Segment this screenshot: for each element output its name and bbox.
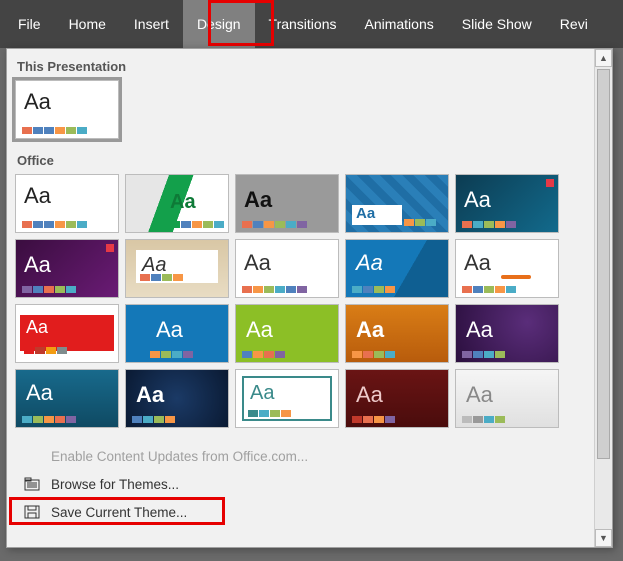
dropdown-footer: Enable Content Updates from Office.com..… bbox=[15, 442, 590, 526]
theme-integral[interactable]: Aa bbox=[345, 174, 449, 233]
theme-aa: Aa bbox=[466, 317, 493, 343]
theme-berlin[interactable]: Aa bbox=[345, 304, 449, 363]
this-presentation-row: Aa bbox=[15, 80, 590, 149]
theme-gray[interactable]: Aa bbox=[235, 174, 339, 233]
theme-swatches bbox=[22, 127, 87, 134]
theme-swatches bbox=[352, 286, 395, 293]
theme-droplet[interactable]: Aa bbox=[345, 369, 449, 428]
theme-aa: Aa bbox=[246, 317, 273, 343]
theme-aa: Aa bbox=[24, 89, 51, 115]
theme-organic[interactable]: Aa bbox=[125, 239, 229, 298]
office-row: Aa Aa Aa Aa Aa bbox=[15, 174, 590, 438]
theme-swatches bbox=[24, 347, 67, 354]
theme-swatches bbox=[170, 221, 224, 228]
tab-animations[interactable]: Animations bbox=[350, 0, 447, 48]
theme-frame[interactable]: Aa bbox=[455, 369, 559, 428]
themes-panel: This Presentation Aa Office Aa Aa Aa bbox=[7, 49, 594, 547]
theme-swatches bbox=[140, 274, 183, 281]
theme-swatches bbox=[22, 416, 76, 423]
theme-swatches bbox=[352, 351, 395, 358]
theme-swatches bbox=[462, 416, 505, 423]
theme-badge[interactable]: Aa bbox=[15, 304, 119, 363]
theme-depth[interactable]: Aa bbox=[125, 369, 229, 428]
tab-insert[interactable]: Insert bbox=[120, 0, 183, 48]
theme-banded[interactable]: Aa bbox=[125, 304, 229, 363]
theme-damask[interactable]: Aa bbox=[15, 369, 119, 428]
theme-retrospect[interactable]: Aa bbox=[235, 239, 339, 298]
themes-dropdown: This Presentation Aa Office Aa Aa Aa bbox=[6, 48, 613, 548]
folder-icon bbox=[23, 476, 41, 492]
theme-swatches bbox=[150, 351, 193, 358]
scroll-up-button[interactable]: ▲ bbox=[595, 49, 612, 67]
blank-icon bbox=[23, 448, 41, 464]
menu-browse-themes-label: Browse for Themes... bbox=[51, 477, 179, 492]
theme-swatches bbox=[132, 416, 175, 423]
tab-file[interactable]: File bbox=[4, 0, 55, 48]
theme-slice[interactable]: Aa bbox=[345, 239, 449, 298]
theme-office[interactable]: Aa bbox=[15, 174, 119, 233]
theme-swatches bbox=[462, 286, 516, 293]
tab-slideshow[interactable]: Slide Show bbox=[448, 0, 546, 48]
theme-swatches bbox=[242, 351, 285, 358]
theme-swatches bbox=[22, 221, 87, 228]
theme-swatches bbox=[462, 351, 505, 358]
theme-aa: Aa bbox=[24, 183, 51, 209]
scroll-thumb[interactable] bbox=[597, 69, 610, 459]
theme-swatches bbox=[352, 416, 395, 423]
theme-wisp[interactable]: Aa bbox=[455, 239, 559, 298]
theme-swatches bbox=[462, 221, 516, 228]
theme-current[interactable]: Aa bbox=[15, 80, 119, 139]
tab-design[interactable]: Design bbox=[183, 0, 255, 48]
theme-aa: Aa bbox=[356, 250, 383, 276]
theme-aa: Aa bbox=[156, 317, 183, 343]
menu-save-theme-label: Save Current Theme... bbox=[51, 505, 187, 520]
theme-basis[interactable]: Aa bbox=[235, 304, 339, 363]
section-office: Office bbox=[15, 149, 590, 174]
theme-aa: Aa bbox=[170, 191, 196, 214]
menu-save-theme[interactable]: Save Current Theme... bbox=[15, 498, 590, 526]
theme-swatches bbox=[242, 286, 307, 293]
theme-aa: Aa bbox=[464, 187, 491, 213]
theme-ion-boardroom[interactable]: Aa bbox=[15, 239, 119, 298]
theme-aa: Aa bbox=[26, 380, 53, 406]
theme-swatches bbox=[404, 219, 436, 226]
theme-ion[interactable]: Aa bbox=[455, 174, 559, 233]
theme-aa: Aa bbox=[466, 382, 493, 408]
scroll-down-button[interactable]: ▼ bbox=[595, 529, 612, 547]
theme-aa: Aa bbox=[356, 205, 375, 222]
theme-swatches bbox=[242, 221, 307, 228]
theme-aa: Aa bbox=[24, 252, 51, 278]
theme-aa: Aa bbox=[464, 250, 491, 276]
theme-aa: Aa bbox=[136, 382, 164, 408]
theme-dividend[interactable]: Aa bbox=[235, 369, 339, 428]
menu-browse-themes[interactable]: Browse for Themes... bbox=[15, 470, 590, 498]
theme-swatches bbox=[248, 410, 291, 417]
ribbon: File Home Insert Design Transitions Anim… bbox=[0, 0, 623, 48]
theme-aa: Aa bbox=[244, 187, 272, 213]
section-this-presentation: This Presentation bbox=[15, 55, 590, 80]
menu-enable-updates: Enable Content Updates from Office.com..… bbox=[15, 442, 590, 470]
theme-swatches bbox=[22, 286, 76, 293]
tab-review[interactable]: Revi bbox=[546, 0, 602, 48]
menu-enable-updates-label: Enable Content Updates from Office.com..… bbox=[51, 449, 308, 464]
theme-aa: Aa bbox=[356, 317, 384, 343]
theme-aa: Aa bbox=[250, 382, 274, 405]
save-icon bbox=[23, 504, 41, 520]
theme-aa: Aa bbox=[356, 382, 383, 408]
tab-home[interactable]: Home bbox=[55, 0, 120, 48]
theme-circuit[interactable]: Aa bbox=[455, 304, 559, 363]
themes-scrollbar[interactable]: ▲ ▼ bbox=[594, 49, 612, 547]
tab-transitions[interactable]: Transitions bbox=[255, 0, 351, 48]
theme-facet[interactable]: Aa bbox=[125, 174, 229, 233]
theme-aa: Aa bbox=[244, 250, 271, 276]
theme-aa: Aa bbox=[26, 317, 48, 338]
